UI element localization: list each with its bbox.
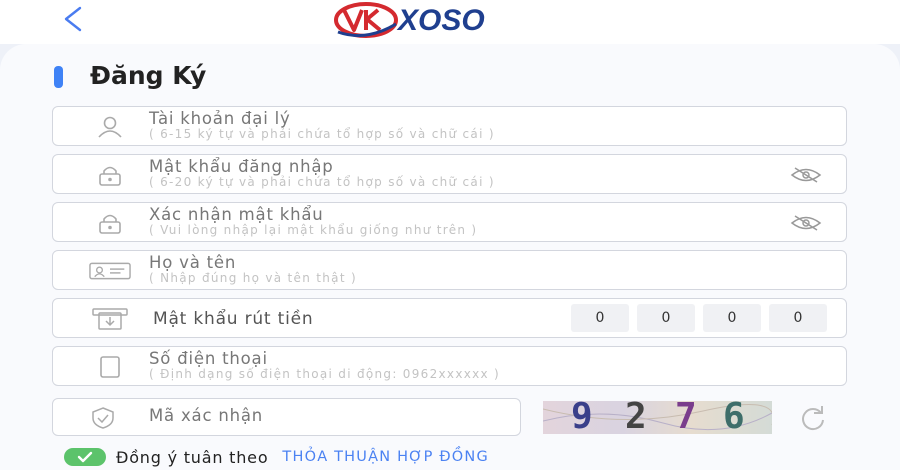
captcha-image[interactable]: 9 2 7 6 (543, 401, 772, 434)
password-field[interactable]: Mật khẩu đăng nhập ( 6-20 ký tự và phải … (52, 154, 847, 194)
lock-icon (89, 164, 131, 186)
password-hint: ( 6-20 ký tự và phải chứa tổ hợp số và c… (149, 175, 495, 189)
full-name-hint: ( Nhập đúng họ và tên thật ) (149, 271, 357, 285)
id-card-icon (89, 260, 131, 282)
pin-digit-2[interactable]: 0 (637, 304, 695, 332)
page-title: Đăng Ký (90, 61, 207, 90)
eye-off-icon[interactable] (789, 214, 823, 232)
agreement-text: Đồng ý tuân theo (116, 447, 269, 467)
captcha-char: 6 (723, 401, 745, 434)
withdraw-icon (89, 308, 131, 330)
captcha-char: 9 (571, 401, 593, 434)
agreement-row: Đồng ý tuân theo THỎA THUẬN HỢP ĐỒNG (64, 446, 489, 468)
username-hint: ( 6-15 ký tự và phải chứa tổ hợp số và c… (149, 127, 495, 141)
title-accent-bar (54, 66, 63, 88)
phone-hint: ( Định dạng số điện thoại di động: 0962x… (149, 367, 501, 381)
captcha-char: 2 (625, 401, 647, 434)
pin-digit-1[interactable]: 0 (571, 304, 629, 332)
pin-digit-4[interactable]: 0 (769, 304, 827, 332)
logo-emblem-icon (334, 2, 398, 38)
captcha-label: Mã xác nhận (149, 406, 264, 425)
captcha-char: 7 (675, 401, 697, 434)
agree-checkbox[interactable] (64, 448, 106, 466)
top-bar: XOSO (0, 0, 900, 44)
confirm-password-field[interactable]: Xác nhận mật khẩu ( Vui lòng nhập lại mậ… (52, 202, 847, 242)
full-name-field[interactable]: Họ và tên ( Nhập đúng họ và tên thật ) (52, 250, 847, 290)
user-icon (89, 116, 131, 138)
brand-logo: XOSO (332, 2, 572, 38)
phone-icon (89, 356, 131, 378)
confirm-password-hint: ( Vui lòng nhập lại mật khẩu giống như t… (149, 223, 478, 237)
refresh-icon[interactable] (792, 405, 834, 431)
logo-wordmark: XOSO (398, 4, 485, 37)
lock-icon (89, 212, 131, 234)
shield-check-icon (91, 407, 115, 433)
eye-off-icon[interactable] (789, 166, 823, 184)
username-field[interactable]: Tài khoản đại lý ( 6-15 ký tự và phải ch… (52, 106, 847, 146)
captcha-field[interactable]: Mã xác nhận (52, 398, 521, 436)
check-icon (77, 451, 93, 463)
withdraw-pin-field: Mật khẩu rút tiền 0 0 0 0 (52, 298, 847, 338)
agreement-link[interactable]: THỎA THUẬN HỢP ĐỒNG (282, 449, 488, 465)
phone-field[interactable]: Số điện thoại ( Định dạng số điện thoại … (52, 346, 847, 386)
chevron-left-icon[interactable] (58, 4, 88, 34)
pin-digit-3[interactable]: 0 (703, 304, 761, 332)
withdraw-pin-label: Mật khẩu rút tiền (153, 309, 314, 329)
